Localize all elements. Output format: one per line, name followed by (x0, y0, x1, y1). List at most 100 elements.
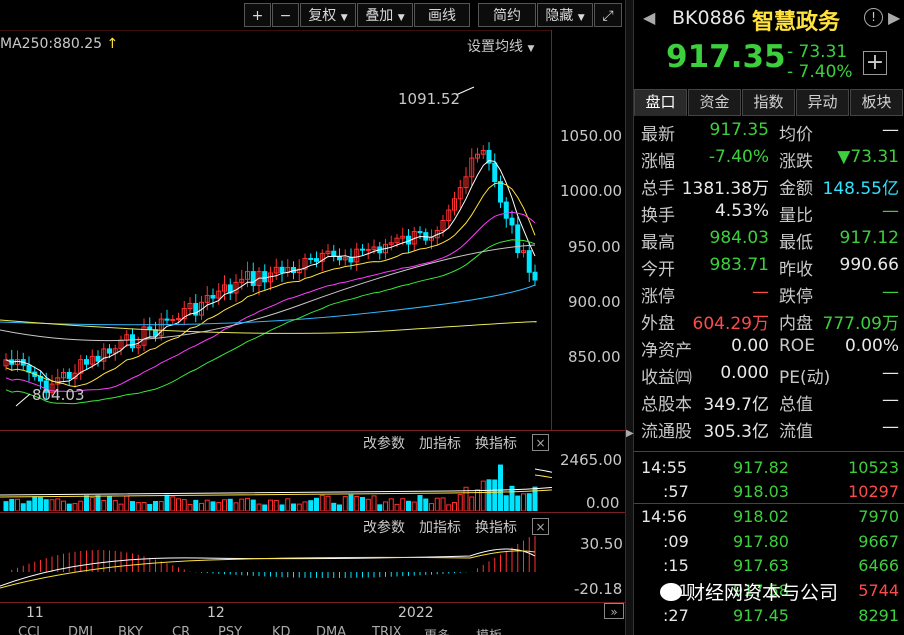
indicator-tab[interactable]: TRIX (372, 625, 402, 635)
tick-time: 14:56 (641, 507, 688, 526)
volume-bar (498, 464, 503, 511)
indicator-tab[interactable]: PSY (218, 625, 242, 635)
volume-bar (273, 499, 279, 511)
zoom-in-button[interactable]: + (244, 3, 271, 27)
volume-bar (233, 502, 239, 511)
tick-row: :09 917.80 9667 (641, 532, 899, 557)
tick-row: 14:56 918.02 7970 (641, 507, 899, 532)
volume-add-indicator[interactable]: 加指标 (419, 433, 461, 453)
close-icon[interactable]: × (532, 434, 549, 451)
quote-label: PE(动) (779, 368, 831, 388)
quote-label: 最高 (641, 233, 675, 253)
volume-bar (43, 499, 49, 511)
quote-label: 流值 (779, 422, 813, 442)
volume-bar (66, 503, 72, 511)
volume-bar (521, 493, 526, 511)
caret-right-icon[interactable]: ▶ (626, 428, 634, 439)
volume-bar (9, 498, 15, 511)
indicator-tab[interactable]: DMI (68, 625, 93, 635)
quote-value: 305.3亿 (703, 422, 769, 442)
quote-value: — (882, 417, 899, 437)
quote-label: 金额 (779, 179, 813, 199)
volume-bar (49, 499, 55, 511)
candle (262, 271, 268, 283)
tab-3[interactable]: 异动 (796, 89, 849, 116)
indicator-tab[interactable]: DMA (316, 625, 346, 635)
volume-bar (457, 494, 463, 511)
quote-label: 内盘 (779, 314, 813, 334)
volume-bar (15, 498, 20, 511)
scroll-right-icon[interactable]: » (604, 603, 624, 619)
next-stock-icon[interactable]: ▶ (888, 8, 900, 27)
y-tick: 1050.00 (560, 127, 623, 145)
quote-value: — (882, 363, 899, 383)
quote-value: 0.00 (731, 336, 769, 356)
volume-bar (245, 497, 250, 511)
tab-1[interactable]: 资金 (688, 89, 741, 116)
zoom-out-button[interactable]: − (272, 3, 299, 27)
candle (279, 266, 285, 274)
volume-bar (141, 502, 147, 511)
close-icon[interactable]: × (532, 518, 549, 535)
tick-price: 917.45 (733, 606, 789, 625)
indicator-tab[interactable]: 更多 (424, 625, 450, 635)
quote-value: 917.12 (839, 228, 899, 248)
price-chart (0, 30, 552, 407)
tick-price: 917.82 (733, 458, 789, 477)
tick-price: 917.63 (733, 556, 789, 575)
info-icon[interactable]: ! (864, 8, 883, 27)
quote-label: 涨停 (641, 287, 675, 307)
prev-stock-icon[interactable]: ◀ (643, 8, 655, 27)
hide-button[interactable]: 隐藏 ▼ (537, 3, 593, 27)
volume-bar (26, 500, 32, 511)
candle (153, 329, 158, 337)
quote-value: 349.7亿 (703, 395, 769, 415)
panel-splitter[interactable]: ▶ (625, 0, 634, 635)
indicator-tab[interactable]: 模板 (476, 625, 502, 635)
indicator-tab[interactable]: BKY (118, 625, 143, 635)
quote-row: 净资产 0.00 ROE 0.00% (641, 336, 899, 362)
volume-bar (480, 480, 486, 511)
stock-code: BK0886 (672, 7, 746, 29)
adjust-button[interactable]: 复权 ▼ (300, 3, 356, 27)
volume-bar (72, 503, 78, 511)
candle (210, 294, 216, 299)
brief-button[interactable]: 简约 (478, 3, 536, 27)
draw-button[interactable]: 画线 (414, 3, 470, 27)
x-tick: 12 (207, 605, 225, 621)
tab-0[interactable]: 盘口 (634, 89, 687, 116)
chart-toolbar: + − 复权 ▼ 叠加 ▼ 画线 简约 隐藏 ▼ ⤢ (0, 0, 625, 30)
stock-name: 智慧政务 (752, 10, 841, 35)
macd-switch-indicator[interactable]: 换指标 (475, 517, 517, 537)
indicator-tab[interactable]: KD (272, 625, 291, 635)
volume-bar (38, 497, 43, 511)
indicator-tab[interactable]: CCI (18, 625, 40, 635)
price-change: - 73.31 (787, 42, 848, 62)
fullscreen-icon[interactable]: ⤢ (594, 3, 622, 27)
indicator-tab[interactable]: CR (172, 625, 190, 635)
volume-bar (337, 504, 342, 511)
tab-4[interactable]: 板块 (850, 89, 903, 116)
overlay-button[interactable]: 叠加 ▼ (357, 3, 413, 27)
quote-value: — (882, 201, 899, 221)
moving-average-line (0, 284, 536, 326)
caret-down-icon: ▼ (397, 13, 405, 23)
add-watchlist-button[interactable]: + (863, 51, 887, 75)
tab-2[interactable]: 指数 (742, 89, 795, 116)
macd-chart (0, 536, 536, 589)
panel-divider (0, 512, 625, 513)
candle (503, 201, 509, 219)
macd-add-indicator[interactable]: 加指标 (419, 517, 461, 537)
volume-chart (0, 464, 552, 511)
tick-time: :09 (663, 532, 689, 551)
volume-edit-params[interactable]: 改参数 (363, 433, 405, 453)
volume-bar (3, 501, 9, 511)
volume-bar (394, 503, 400, 511)
macd-edit-params[interactable]: 改参数 (363, 517, 405, 537)
volume-switch-indicator[interactable]: 换指标 (475, 433, 517, 453)
volume-bar (446, 504, 452, 511)
quote-value: — (752, 282, 769, 302)
quote-value: 0.00% (844, 336, 899, 356)
volume-bar (486, 479, 492, 511)
volume-bar (371, 495, 377, 511)
